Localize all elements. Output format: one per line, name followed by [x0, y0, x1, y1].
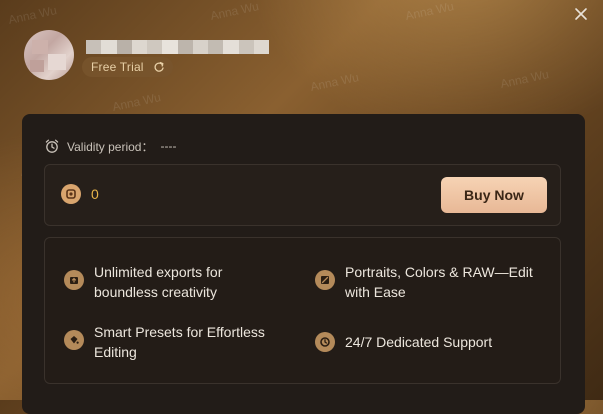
coin-icon	[61, 184, 81, 204]
feature-text: Unlimited exports for boundless creativi…	[94, 264, 223, 300]
feature-item: Portraits, Colors & RAW—Edit with Ease	[315, 262, 555, 302]
feature-item: Unlimited exports for boundless creativi…	[64, 262, 264, 302]
watermark: Anna Wu	[404, 0, 456, 23]
preset-bucket-icon	[64, 330, 84, 350]
watermark: Anna Wu	[111, 90, 163, 114]
watermark: Anna Wu	[209, 0, 261, 23]
free-trial-badge[interactable]: Free Trial	[82, 57, 173, 77]
feature-item: 24/7 Dedicated Support	[315, 332, 555, 352]
watermark: Anna Wu	[7, 3, 59, 27]
feature-item: Smart Presets for Effortless Editing	[64, 322, 274, 362]
avatar[interactable]	[24, 30, 74, 80]
edit-photo-icon	[315, 270, 335, 290]
refresh-icon[interactable]	[153, 61, 165, 73]
feature-text: 24/7 Dedicated Support	[345, 334, 493, 350]
feature-text: Smart Presets for Effortless Editing	[94, 324, 265, 360]
feature-text: Portraits, Colors & RAW—Edit with Ease	[345, 264, 533, 300]
watermark: Anna Wu	[309, 70, 361, 94]
watermark: Anna Wu	[499, 67, 551, 91]
credits-count: 0	[91, 186, 99, 202]
validity-value: ----	[160, 139, 177, 153]
buy-now-button[interactable]: Buy Now	[441, 177, 547, 213]
alarm-clock-icon	[45, 139, 59, 153]
validity-row: Validity period： ----	[44, 137, 176, 155]
close-button[interactable]	[571, 4, 591, 24]
support-icon	[315, 332, 335, 352]
username-pixelated	[86, 40, 269, 54]
free-trial-label: Free Trial	[91, 60, 144, 74]
validity-label: Validity period：	[67, 139, 154, 154]
export-icon	[64, 270, 84, 290]
close-icon	[575, 8, 587, 20]
